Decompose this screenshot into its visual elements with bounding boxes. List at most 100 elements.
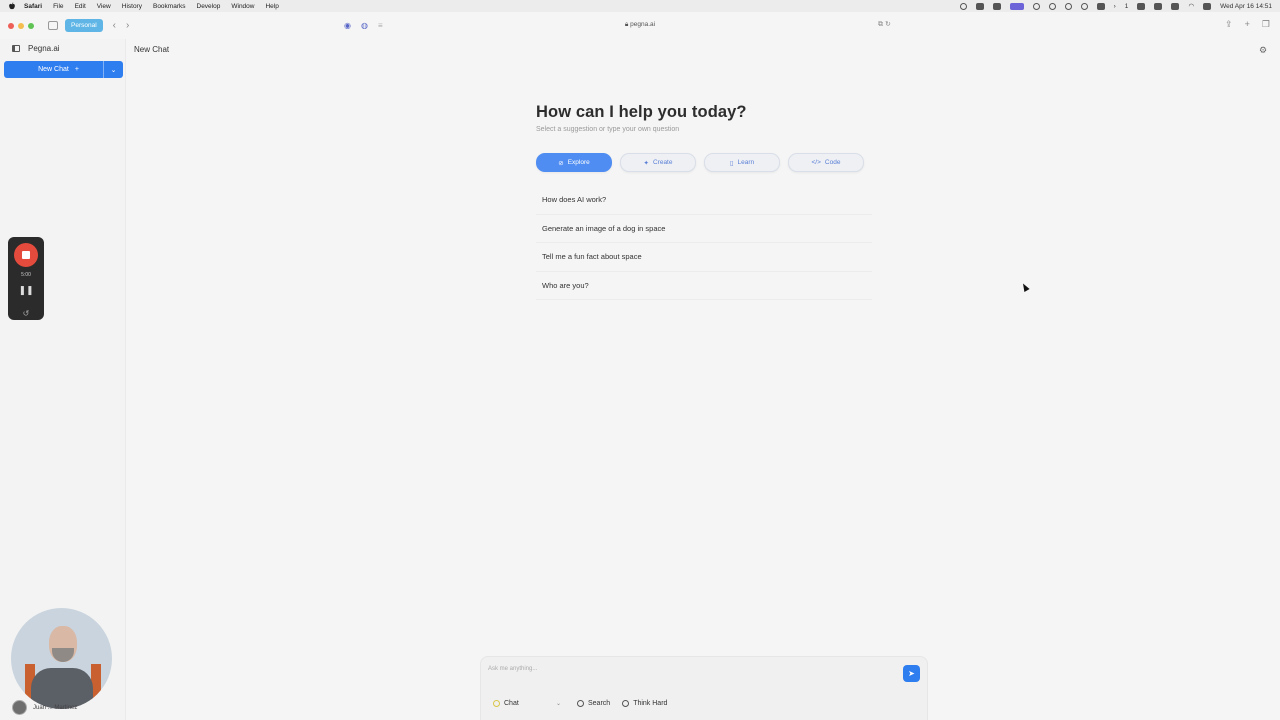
chevron-down-icon: ⌄ xyxy=(555,701,561,707)
status-count: 1 xyxy=(1124,2,1129,10)
status-area: › 1 ◠ Wed Apr 16 14:51 xyxy=(959,2,1272,10)
minimize-window-button[interactable] xyxy=(18,22,24,29)
menu-window[interactable]: Window xyxy=(231,3,254,10)
screen-recorder-widget: 5:00 ❚❚ ↺ xyxy=(8,237,44,320)
extension-icon-1[interactable]: ◉ xyxy=(344,21,351,30)
battery-icon[interactable] xyxy=(1137,2,1146,10)
settings-icon[interactable]: ⚙︎ xyxy=(1259,45,1267,56)
tab-create[interactable]: ✦ Create xyxy=(620,153,696,172)
menu-file[interactable]: File xyxy=(53,3,63,10)
new-chat-button[interactable]: New Chat + xyxy=(4,66,103,73)
suggestion-item[interactable]: Who are you? xyxy=(536,272,872,300)
recorder-status-icon[interactable] xyxy=(1009,2,1024,10)
target-status-icon[interactable] xyxy=(1064,2,1072,10)
stop-recording-button[interactable] xyxy=(14,243,38,267)
brain-icon xyxy=(622,700,630,707)
chevron-right-icon[interactable]: › xyxy=(1114,3,1116,10)
menu-help[interactable]: Help xyxy=(265,3,278,10)
back-icon[interactable]: ‹ xyxy=(113,20,116,31)
tab-label: Explore xyxy=(567,159,590,166)
menu-develop[interactable]: Develop xyxy=(197,3,221,10)
sparkle-icon: ✦ xyxy=(643,159,649,167)
suggestion-item[interactable]: Generate an image of a dog in space xyxy=(536,215,872,243)
plus-icon: + xyxy=(74,66,79,73)
app-status-icon[interactable] xyxy=(992,2,1001,10)
tab-label: Learn xyxy=(737,159,755,166)
tab-label: Code xyxy=(824,159,841,166)
menu-history[interactable]: History xyxy=(122,3,142,10)
menu-view[interactable]: View xyxy=(97,3,111,10)
translate-reload-icons[interactable]: ⧉ ↻ xyxy=(878,20,891,29)
extension-icons: ◉ ◍ ≡ xyxy=(344,21,383,30)
macos-menubar: Safari File Edit View History Bookmarks … xyxy=(0,0,1280,12)
think-hard-toggle[interactable]: Think Hard xyxy=(622,700,667,707)
wifi-icon[interactable]: ◠ xyxy=(1188,2,1194,10)
undo-icon[interactable]: ↺ xyxy=(8,309,44,318)
browser-toolbar: Personal ‹ › ◉ ◍ ≡ 🔒︎ pegna.ai ⧉ ↻ ⇪ + ❐ xyxy=(0,12,1280,39)
category-tabs: ⊘ Explore ✦ Create ▯ Learn </> Code xyxy=(536,153,864,172)
tab-learn[interactable]: ▯ Learn xyxy=(704,153,780,172)
menubar-clock[interactable]: Wed Apr 16 14:51 xyxy=(1220,3,1272,10)
cloud-sync-icon[interactable] xyxy=(1048,2,1056,10)
globe-icon xyxy=(577,700,584,707)
close-window-button[interactable] xyxy=(8,22,14,29)
circle-status-icon[interactable] xyxy=(1032,2,1040,10)
new-tab-icon[interactable]: + xyxy=(1245,19,1250,30)
keyboard-icon[interactable] xyxy=(1171,2,1180,10)
search-label: Search xyxy=(588,700,611,707)
new-chat-button-group: New Chat + ⌄ xyxy=(4,61,123,78)
welcome-heading: How can I help you today? xyxy=(536,103,747,121)
tab-label: Create xyxy=(652,159,673,166)
suggestion-list: How does AI work? Generate an image of a… xyxy=(536,186,872,300)
url-text: pegna.ai xyxy=(630,21,656,28)
composer-options: Chat ⌄ Search Think Hard xyxy=(493,700,667,707)
share-icon[interactable]: ⇪ xyxy=(1225,19,1233,30)
box-status-icon[interactable] xyxy=(1096,2,1105,10)
menu-edit[interactable]: Edit xyxy=(75,3,86,10)
menu-safari[interactable]: Safari xyxy=(24,3,42,10)
apple-icon[interactable] xyxy=(8,2,16,10)
toolbar-right: ⇪ + ❐ xyxy=(1225,19,1270,30)
presenter-tag: Juan ... Martinez xyxy=(12,700,77,715)
recording-time: 5:00 xyxy=(21,272,31,278)
gear-status-icon[interactable] xyxy=(959,2,967,10)
welcome-subheading: Select a suggestion or type your own que… xyxy=(536,126,680,133)
pause-icon[interactable]: ❚❚ xyxy=(8,285,44,296)
window-controls xyxy=(8,22,34,29)
welcome-hero: How can I help you today? Select a sugge… xyxy=(536,103,747,133)
tab-overview-icon[interactable]: ❐ xyxy=(1262,19,1270,30)
suggestion-item[interactable]: Tell me a fun fact about space xyxy=(536,243,872,272)
send-icon: ➤ xyxy=(908,669,915,678)
menu-bookmarks[interactable]: Bookmarks xyxy=(153,3,186,10)
openai-status-icon[interactable] xyxy=(1080,2,1088,10)
message-input[interactable]: Ask me anything... xyxy=(488,666,537,672)
zoom-window-button[interactable] xyxy=(28,22,34,29)
chat-mode-icon xyxy=(493,700,500,707)
profile-badge[interactable]: Personal xyxy=(65,19,103,32)
reader-icon[interactable]: ≡ xyxy=(378,21,383,30)
display-icon[interactable] xyxy=(1154,2,1163,10)
tab-explore[interactable]: ⊘ Explore xyxy=(536,153,612,172)
search-toggle[interactable]: Search xyxy=(577,700,610,707)
mode-select[interactable]: Chat ⌄ xyxy=(493,700,561,707)
address-bar[interactable]: 🔒︎ pegna.ai xyxy=(560,21,720,29)
extension-icon-2[interactable]: ◍ xyxy=(361,21,368,30)
forward-icon[interactable]: › xyxy=(126,20,129,31)
code-icon: </> xyxy=(811,159,821,166)
suggestion-item[interactable]: How does AI work? xyxy=(536,186,872,215)
sidebar-toggle-icon[interactable] xyxy=(48,21,58,30)
page-title: New Chat xyxy=(134,45,170,54)
cloud-status-icon[interactable] xyxy=(975,2,984,10)
lock-icon: 🔒︎ xyxy=(624,21,629,28)
send-button[interactable]: ➤ xyxy=(903,665,920,682)
compass-icon: ⊘ xyxy=(558,159,564,167)
panel-toggle-icon[interactable] xyxy=(12,45,20,52)
control-center-icon[interactable] xyxy=(1203,2,1212,10)
new-chat-label: New Chat xyxy=(38,66,69,73)
tab-code[interactable]: </> Code xyxy=(788,153,864,172)
brand-name: Pegna.ai xyxy=(28,44,60,53)
avatar xyxy=(12,700,27,715)
presenter-name: Juan ... Martinez xyxy=(33,704,78,711)
mode-label: Chat xyxy=(504,700,519,707)
new-chat-dropdown[interactable]: ⌄ xyxy=(103,61,123,78)
